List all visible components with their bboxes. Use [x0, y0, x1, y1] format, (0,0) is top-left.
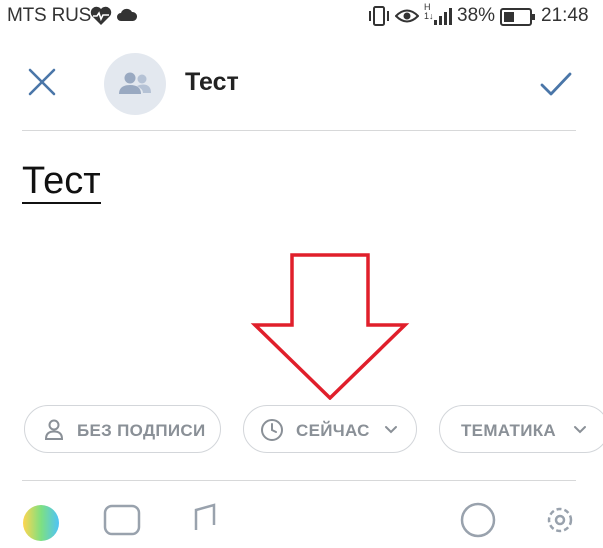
community-avatar-icon	[119, 72, 151, 94]
settings-button[interactable]	[540, 500, 580, 545]
close-button[interactable]	[22, 62, 62, 102]
topic-chip[interactable]: ТЕМАТИКА	[439, 405, 603, 453]
status-bar: MTS RUS H 1↓ 38% 21:48	[0, 0, 603, 34]
publish-time-chip[interactable]: СЕЙЧАС	[243, 405, 417, 453]
chevron-down-icon	[385, 426, 397, 434]
toolbar-divider	[22, 480, 576, 481]
publish-time-chip-label: СЕЙЧАС	[296, 421, 370, 440]
poll-button[interactable]	[458, 500, 498, 545]
annotation-down-arrow	[250, 253, 410, 400]
community-name: Тест	[185, 68, 239, 96]
post-editor-header: Тест	[0, 40, 603, 130]
music-button[interactable]	[186, 500, 222, 545]
post-text-input[interactable]: Тест	[22, 160, 101, 204]
signature-chip-label: БЕЗ ПОДПИСИ	[77, 421, 206, 440]
clock: 21:48	[541, 5, 589, 26]
battery-icon	[500, 8, 536, 31]
eye-comfort-icon	[394, 8, 420, 29]
music-icon	[194, 503, 216, 530]
photo-button[interactable]	[102, 500, 142, 545]
header-divider	[22, 130, 576, 131]
signal-icon	[432, 6, 454, 31]
poll-icon	[460, 502, 496, 538]
clock-icon	[261, 419, 283, 441]
checkmark-icon	[540, 72, 572, 96]
signature-chip[interactable]: БЕЗ ПОДПИСИ	[24, 405, 221, 453]
battery-percent: 38%	[457, 5, 496, 26]
community-avatar[interactable]	[104, 53, 166, 115]
background-color-button[interactable]	[21, 503, 61, 548]
photo-icon	[103, 504, 141, 536]
topic-chip-label: ТЕМАТИКА	[461, 421, 556, 440]
close-icon	[28, 68, 56, 96]
color-background-icon	[23, 505, 59, 541]
person-icon	[44, 419, 64, 440]
settings-icon	[547, 507, 573, 533]
carrier-name: MTS RUS	[7, 5, 92, 26]
health-heart-icon	[90, 6, 112, 31]
chevron-down-icon	[574, 426, 586, 434]
vibrate-icon	[367, 6, 391, 31]
cloud-icon	[116, 8, 138, 27]
publish-button[interactable]	[536, 64, 576, 104]
